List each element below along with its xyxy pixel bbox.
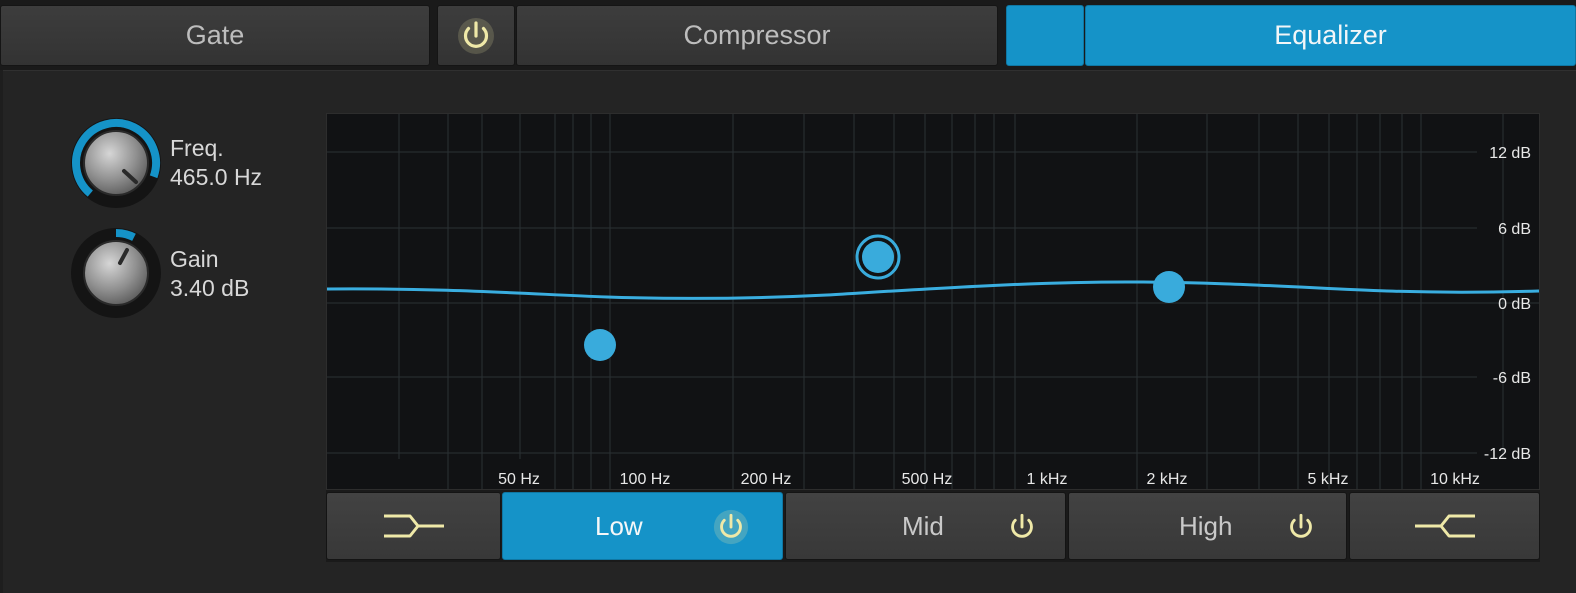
gain-readout: Gain 3.40 dB <box>170 245 249 303</box>
x-label-1khz: 1 kHz <box>1027 471 1068 488</box>
band-mid[interactable]: Mid <box>785 492 1066 560</box>
low-pass-filter-icon <box>1414 514 1475 538</box>
low-power-icon[interactable] <box>713 509 749 545</box>
mid-power-icon[interactable] <box>1004 509 1040 545</box>
high-pass-filter-icon <box>383 514 444 538</box>
band-low-label: Low <box>595 511 643 541</box>
band-mid-label: Mid <box>902 511 944 541</box>
x-label-200hz: 200 Hz <box>741 471 792 488</box>
mid-band-handle[interactable] <box>855 234 901 280</box>
power-icon <box>458 17 494 54</box>
freq-knob-dial <box>71 118 161 208</box>
low-pass-filter-button[interactable] <box>1349 492 1540 560</box>
tab-compressor[interactable]: Compressor <box>516 5 998 66</box>
tab-gate[interactable]: Gate <box>0 5 430 66</box>
eq-graph-canvas: 12 dB 6 dB 0 dB -6 dB -12 dB 50 Hz 100 H… <box>326 114 1540 489</box>
freq-value: 465.0 Hz <box>170 164 263 190</box>
tab-compressor-label: Compressor <box>683 20 831 50</box>
high-band-handle[interactable] <box>1153 271 1185 303</box>
gain-label: Gain <box>170 246 219 272</box>
band-high[interactable]: High <box>1068 492 1347 560</box>
x-label-500hz: 500 Hz <box>902 471 953 488</box>
gain-knob-dial <box>71 228 161 318</box>
x-label-10khz: 10 kHz <box>1430 471 1480 488</box>
tab-equalizer[interactable]: Equalizer <box>1085 5 1576 66</box>
x-label-2khz: 2 kHz <box>1147 471 1188 488</box>
x-label-5khz: 5 kHz <box>1308 471 1349 488</box>
high-pass-filter-button[interactable] <box>326 492 501 560</box>
y-label-6db: 6 dB <box>1498 221 1531 238</box>
freq-knob[interactable] <box>70 117 162 209</box>
y-label-0db: 0 dB <box>1498 296 1531 313</box>
tab-equalizer-label: Equalizer <box>1274 20 1387 50</box>
processor-tab-bar: Gate Compressor Equalizer <box>0 0 1576 70</box>
compressor-power-button[interactable] <box>437 5 515 66</box>
high-power-icon[interactable] <box>1283 509 1319 545</box>
gain-value: 3.40 dB <box>170 275 250 301</box>
band-high-label: High <box>1179 511 1233 541</box>
band-selector-bar: Low Mid High <box>326 490 1540 562</box>
tab-gate-label: Gate <box>185 20 245 50</box>
y-label-12db: 12 dB <box>1489 145 1531 162</box>
eq-graph[interactable]: 12 dB 6 dB 0 dB -6 dB -12 dB 50 Hz 100 H… <box>326 113 1540 490</box>
gain-knob[interactable] <box>70 227 162 319</box>
y-label-minus-12db: -12 dB <box>1484 446 1531 463</box>
equalizer-power-button[interactable] <box>1006 5 1084 66</box>
band-low[interactable]: Low <box>502 492 783 560</box>
x-label-100hz: 100 Hz <box>620 471 671 488</box>
freq-readout: Freq. 465.0 Hz <box>170 134 262 192</box>
freq-label: Freq. <box>170 135 224 161</box>
x-label-50hz: 50 Hz <box>498 471 540 488</box>
y-label-minus-6db: -6 dB <box>1493 370 1531 387</box>
low-band-handle[interactable] <box>584 329 616 361</box>
